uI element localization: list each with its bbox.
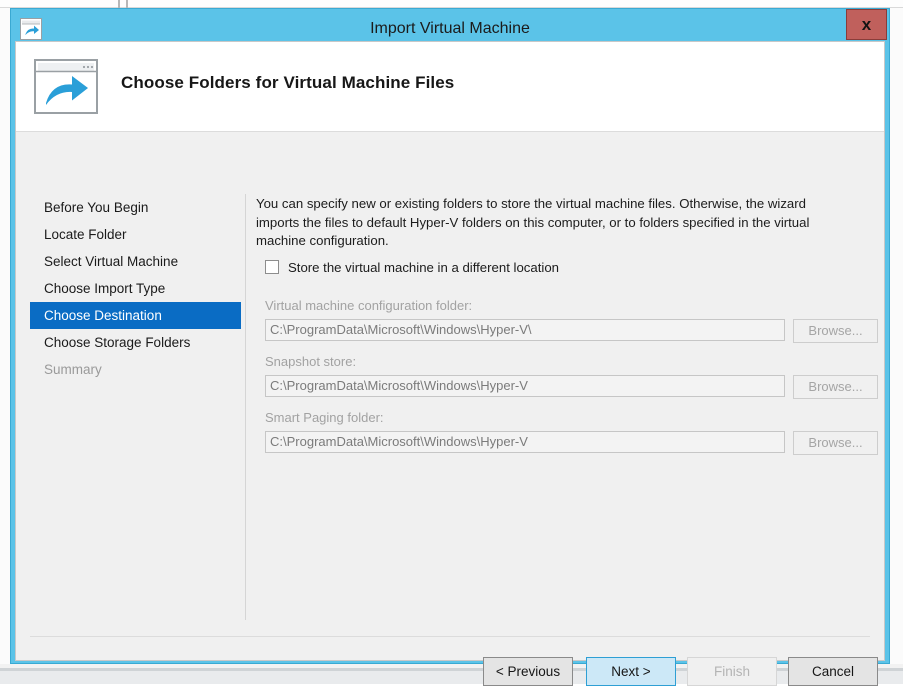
background-left-edge (0, 8, 10, 684)
dialog-client-area: Choose Folders for Virtual Machine Files… (15, 41, 885, 686)
smart-paging-folder-input[interactable]: C:\ProgramData\Microsoft\Windows\Hyper-V (265, 431, 785, 453)
store-in-different-location-label: Store the virtual machine in a different… (288, 260, 559, 275)
cancel-button[interactable]: Cancel (788, 657, 878, 686)
intro-paragraph: You can specify new or existing folders … (256, 196, 810, 248)
background-right-edge (890, 8, 903, 668)
page-title: Choose Folders for Virtual Machine Files (121, 73, 455, 92)
smart-paging-folder-browse-button: Browse... (793, 431, 878, 455)
sidebar-item-choose-import-type[interactable]: Choose Import Type (30, 275, 241, 302)
vm-configuration-folder-input[interactable]: C:\ProgramData\Microsoft\Windows\Hyper-V… (265, 319, 785, 341)
smart-paging-folder-label: Smart Paging folder: (265, 410, 384, 425)
sidebar-item-summary: Summary (44, 362, 102, 377)
previous-button[interactable]: < Previous (483, 657, 573, 686)
background-toolbar-tick-right (126, 0, 128, 8)
snapshot-store-browse-button: Browse... (793, 375, 878, 399)
snapshot-store-label: Snapshot store: (265, 354, 357, 369)
vm-configuration-folder-browse-button: Browse... (793, 319, 878, 343)
sidebar-item-locate-folder[interactable]: Locate Folder (30, 221, 241, 248)
page-header: Choose Folders for Virtual Machine Files (16, 42, 884, 132)
snapshot-store-input[interactable]: C:\ProgramData\Microsoft\Windows\Hyper-V (265, 375, 785, 397)
next-button[interactable]: Next > (586, 657, 676, 686)
sidebar-item-choose-storage-folders[interactable]: Choose Storage Folders (30, 329, 241, 356)
wizard-steps-nav: Before You Begin Locate Folder Select Vi… (16, 134, 241, 604)
sidebar-item-select-virtual-machine[interactable]: Select Virtual Machine (30, 248, 241, 275)
footer-separator (30, 636, 870, 637)
sidebar-divider (245, 194, 246, 620)
vm-configuration-folder-label: Virtual machine configuration folder: (265, 298, 473, 313)
close-icon[interactable]: x (846, 9, 887, 40)
sidebar-item-before-you-begin[interactable]: Before You Begin (30, 194, 241, 221)
background-toolbar-tick-left (118, 0, 120, 8)
background-menu-item-import-virtual-machine[interactable]: Import Virtual Machine (614, 0, 839, 8)
finish-button: Finish (687, 657, 777, 686)
import-virtual-machine-dialog: Import Virtual Machine x Choose Folders … (10, 8, 890, 686)
vm-import-window-arrow-icon (34, 59, 98, 114)
store-in-different-location-checkbox[interactable] (265, 260, 279, 274)
dialog-button-bar: < Previous Next > Finish Cancel (16, 643, 884, 693)
sidebar-item-choose-destination[interactable]: Choose Destination (30, 302, 241, 329)
